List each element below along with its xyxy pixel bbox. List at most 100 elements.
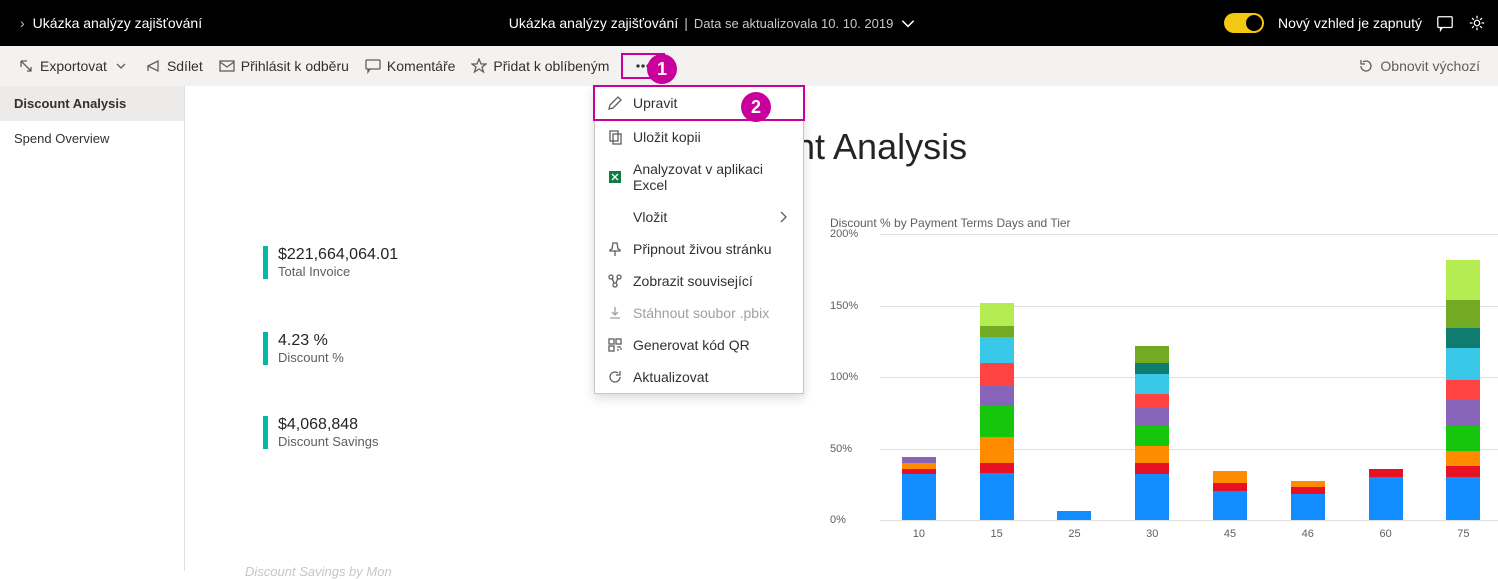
bar-segment[interactable] bbox=[980, 386, 1014, 406]
export-icon bbox=[18, 58, 34, 74]
chevron-right-icon bbox=[775, 209, 791, 225]
menu-pin-live-label: Připnout živou stránku bbox=[633, 241, 772, 257]
x-axis-tick: 10 bbox=[880, 528, 958, 540]
chat-icon[interactable] bbox=[1436, 14, 1454, 32]
kpi-discount-pct[interactable]: 4.23 % Discount % bbox=[263, 332, 344, 365]
bar-segment[interactable] bbox=[980, 437, 1014, 463]
bar-segment[interactable] bbox=[1446, 426, 1480, 452]
x-axis-tick: 46 bbox=[1269, 528, 1347, 540]
menu-edit-label: Upravit bbox=[633, 95, 677, 111]
bar-segment[interactable] bbox=[1135, 394, 1169, 408]
bar-segment[interactable] bbox=[1291, 494, 1325, 520]
pencil-icon bbox=[607, 95, 623, 111]
bar-segment[interactable] bbox=[1135, 363, 1169, 374]
subscribe-button[interactable]: Přihlásit k odběru bbox=[211, 46, 357, 86]
y-axis-tick: 150% bbox=[830, 300, 858, 312]
bar-segment[interactable] bbox=[902, 474, 936, 520]
bar-segment[interactable] bbox=[1446, 348, 1480, 379]
bar-segment[interactable] bbox=[980, 406, 1014, 437]
menu-generate-qr-label: Generovat kód QR bbox=[633, 337, 750, 353]
bar-segment[interactable] bbox=[1446, 328, 1480, 348]
bar-segment[interactable] bbox=[1213, 471, 1247, 482]
pin-icon bbox=[607, 241, 623, 257]
app-header: › Ukázka analýzy zajišťování Ukázka anal… bbox=[0, 0, 1498, 46]
bar-segment[interactable] bbox=[1291, 487, 1325, 494]
bar-segment[interactable] bbox=[980, 463, 1014, 473]
reset-label: Obnovit výchozí bbox=[1380, 58, 1480, 74]
gear-icon[interactable] bbox=[1468, 14, 1486, 32]
menu-item-embed[interactable]: Vložit bbox=[595, 201, 803, 233]
bar-segment[interactable] bbox=[1135, 346, 1169, 363]
menu-refresh-label: Aktualizovat bbox=[633, 369, 708, 385]
comment-icon bbox=[365, 58, 381, 74]
new-look-toggle[interactable] bbox=[1224, 13, 1264, 33]
copy-icon bbox=[607, 129, 623, 145]
star-icon bbox=[471, 58, 487, 74]
favorite-button[interactable]: Přidat k oblíbeným bbox=[463, 46, 617, 86]
bar-segment[interactable] bbox=[1213, 491, 1247, 520]
y-axis-tick: 50% bbox=[830, 443, 852, 455]
kpi-discount-savings[interactable]: $4,068,848 Discount Savings bbox=[263, 416, 378, 449]
menu-item-edit[interactable]: Upravit bbox=[593, 85, 805, 121]
breadcrumb[interactable]: Ukázka analýzy zajišťování bbox=[33, 15, 202, 31]
header-center: Ukázka analýzy zajišťování | Data se akt… bbox=[202, 14, 1224, 32]
menu-analyze-excel-label: Analyzovat v aplikaci Excel bbox=[633, 161, 791, 193]
bar-segment[interactable] bbox=[1446, 300, 1480, 329]
qr-icon bbox=[607, 337, 623, 353]
annotation-callout-1: 1 bbox=[647, 54, 677, 84]
share-button[interactable]: Sdílet bbox=[137, 46, 211, 86]
bar-segment[interactable] bbox=[1446, 477, 1480, 520]
chevron-down-icon[interactable] bbox=[899, 14, 917, 32]
bar-segment[interactable] bbox=[1135, 408, 1169, 425]
bar-segment[interactable] bbox=[1057, 511, 1091, 520]
bar-segment[interactable] bbox=[1135, 374, 1169, 394]
bar-segment[interactable] bbox=[1213, 483, 1247, 492]
menu-item-pin-live[interactable]: Připnout živou stránku bbox=[595, 233, 803, 265]
bar-segment[interactable] bbox=[1446, 400, 1480, 426]
more-options-menu: Upravit Uložit kopii Analyzovat v aplika… bbox=[594, 86, 804, 394]
bar-segment[interactable] bbox=[1446, 380, 1480, 400]
bar-segment[interactable] bbox=[980, 363, 1014, 386]
page-tab-spend-overview[interactable]: Spend Overview bbox=[0, 121, 184, 156]
bar-segment[interactable] bbox=[1446, 451, 1480, 465]
page-tab-discount-analysis[interactable]: Discount Analysis bbox=[0, 86, 184, 121]
bar-segment[interactable] bbox=[1135, 463, 1169, 474]
y-axis-tick: 100% bbox=[830, 371, 858, 383]
bar-segment[interactable] bbox=[980, 473, 1014, 520]
bar-segment[interactable] bbox=[1135, 446, 1169, 463]
bar-segment[interactable] bbox=[980, 337, 1014, 363]
pages-pane: Discount Analysis Spend Overview bbox=[0, 86, 185, 571]
export-label: Exportovat bbox=[40, 58, 107, 74]
kpi-total-invoice[interactable]: $221,664,064.01 Total Invoice bbox=[263, 246, 398, 279]
bar-segment[interactable] bbox=[1135, 426, 1169, 446]
x-axis-tick: 60 bbox=[1347, 528, 1425, 540]
reset-icon bbox=[1358, 58, 1374, 74]
menu-item-save-copy[interactable]: Uložit kopii bbox=[595, 121, 803, 153]
report-toolbar: Exportovat Sdílet Přihlásit k odběru Kom… bbox=[0, 46, 1498, 86]
bar-segment[interactable] bbox=[1135, 474, 1169, 520]
x-axis-tick: 25 bbox=[1036, 528, 1114, 540]
reset-to-default-button[interactable]: Obnovit výchozí bbox=[1350, 46, 1488, 86]
last-updated-text[interactable]: Data se aktualizovala 10. 10. 2019 bbox=[694, 16, 893, 31]
new-look-label: Nový vzhled je zapnutý bbox=[1278, 15, 1422, 31]
chart-title: Discount % by Payment Terms Days and Tie… bbox=[830, 216, 1498, 230]
menu-item-analyze-excel[interactable]: Analyzovat v aplikaci Excel bbox=[595, 153, 803, 201]
menu-item-generate-qr[interactable]: Generovat kód QR bbox=[595, 329, 803, 361]
chart-body: 0%50%100%150%200%101525304546607576Tier1… bbox=[830, 234, 1498, 544]
x-axis-tick: 45 bbox=[1191, 528, 1269, 540]
bar-segment[interactable] bbox=[1369, 469, 1403, 478]
discount-chart-visual[interactable]: Discount % by Payment Terms Days and Tie… bbox=[830, 216, 1498, 556]
chevron-down-icon bbox=[113, 58, 129, 74]
bar-segment[interactable] bbox=[1446, 466, 1480, 477]
x-axis-tick: 30 bbox=[1113, 528, 1191, 540]
bar-segment[interactable] bbox=[1446, 260, 1480, 300]
bar-segment[interactable] bbox=[980, 303, 1014, 326]
kpi-label: Discount % bbox=[278, 350, 344, 365]
bar-segment[interactable] bbox=[980, 326, 1014, 337]
menu-item-view-related[interactable]: Zobrazit související bbox=[595, 265, 803, 297]
menu-item-refresh[interactable]: Aktualizovat bbox=[595, 361, 803, 393]
related-icon bbox=[607, 273, 623, 289]
export-button[interactable]: Exportovat bbox=[10, 46, 137, 86]
comments-button[interactable]: Komentáře bbox=[357, 46, 463, 86]
bar-segment[interactable] bbox=[1369, 477, 1403, 520]
